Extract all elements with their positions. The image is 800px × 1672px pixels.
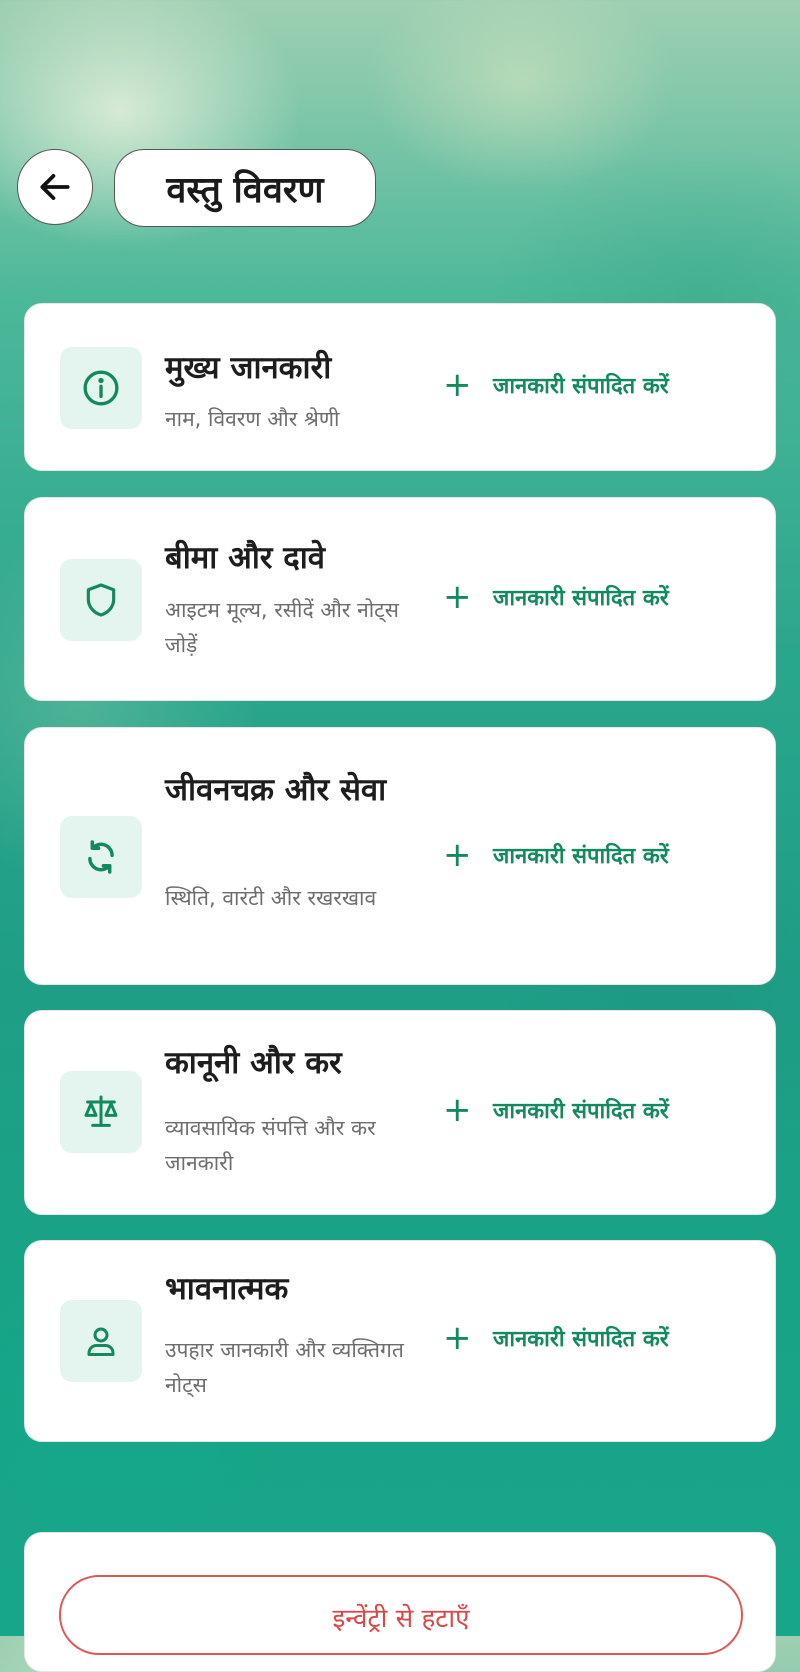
edit-info-button[interactable]: + जानकारी संपादित करें bbox=[443, 1093, 669, 1127]
remove-from-inventory-button[interactable]: इन्वेंट्री से हटाएँ bbox=[59, 1575, 743, 1655]
section-subtitle: उपहार जानकारी और व्यक्तिगत नोट्स bbox=[165, 1338, 404, 1397]
scales-icon bbox=[84, 1095, 118, 1127]
section-subtitle: आइटम मूल्य, रसीदें और नोट्स जोड़ें bbox=[165, 598, 399, 657]
section-card-lifecycle: जीवनचक्र और सेवा स्थिति, वारंटी और रखरखा… bbox=[24, 727, 776, 985]
section-title: कानूनी और कर bbox=[165, 1045, 342, 1081]
plus-icon: + bbox=[443, 835, 472, 875]
edit-info-button[interactable]: + जानकारी संपादित करें bbox=[443, 368, 669, 402]
shield-icon-box bbox=[60, 559, 142, 641]
plus-icon: + bbox=[443, 1318, 472, 1358]
section-title: भावनात्मक bbox=[165, 1271, 289, 1307]
edit-info-label: जानकारी संपादित करें bbox=[493, 374, 669, 399]
section-title: बीमा और दावे bbox=[165, 540, 325, 576]
shield-icon bbox=[86, 583, 116, 617]
section-subtitle: व्यावसायिक संपत्ति और कर जानकारी bbox=[165, 1116, 376, 1175]
edit-info-label: जानकारी संपादित करें bbox=[493, 1327, 669, 1352]
info-icon-box bbox=[60, 347, 142, 429]
section-title: मुख्य जानकारी bbox=[165, 350, 332, 386]
plus-icon: + bbox=[443, 1090, 472, 1130]
edit-info-label: जानकारी संपादित करें bbox=[493, 1099, 669, 1124]
edit-info-button[interactable]: + जानकारी संपादित करें bbox=[443, 838, 669, 872]
info-icon bbox=[83, 370, 119, 406]
refresh-icon bbox=[88, 840, 114, 874]
page-title: वस्तु विवरण bbox=[114, 149, 376, 227]
section-card-legal-tax: कानूनी और कर व्यावसायिक संपत्ति और कर जा… bbox=[24, 1010, 776, 1215]
person-icon-box bbox=[60, 1300, 142, 1382]
section-title: जीवनचक्र और सेवा bbox=[165, 772, 387, 808]
remove-from-inventory-label: इन्वेंट्री से हटाएँ bbox=[332, 1604, 470, 1634]
section-subtitle: स्थिति, वारंटी और रखरखाव bbox=[165, 886, 377, 910]
scales-icon-box bbox=[60, 1071, 142, 1153]
person-icon bbox=[87, 1327, 115, 1356]
back-button[interactable] bbox=[17, 149, 93, 225]
section-card-insurance: बीमा और दावे आइटम मूल्य, रसीदें और नोट्स… bbox=[24, 497, 776, 701]
edit-info-label: जानकारी संपादित करें bbox=[493, 586, 669, 611]
actions-panel: इन्वेंट्री से हटाएँ bbox=[24, 1532, 776, 1672]
plus-icon: + bbox=[443, 365, 472, 405]
arrow-left-icon bbox=[40, 174, 70, 200]
refresh-icon-box bbox=[60, 816, 142, 898]
edit-info-button[interactable]: + जानकारी संपादित करें bbox=[443, 580, 669, 614]
plus-icon: + bbox=[443, 577, 472, 617]
section-card-main-info: मुख्य जानकारी नाम, विवरण और श्रेणी + जान… bbox=[24, 303, 776, 471]
section-card-emotional: भावनात्मक उपहार जानकारी और व्यक्तिगत नोट… bbox=[24, 1240, 776, 1442]
edit-info-label: जानकारी संपादित करें bbox=[493, 844, 669, 869]
section-subtitle: नाम, विवरण और श्रेणी bbox=[165, 407, 340, 431]
edit-info-button[interactable]: + जानकारी संपादित करें bbox=[443, 1321, 669, 1355]
